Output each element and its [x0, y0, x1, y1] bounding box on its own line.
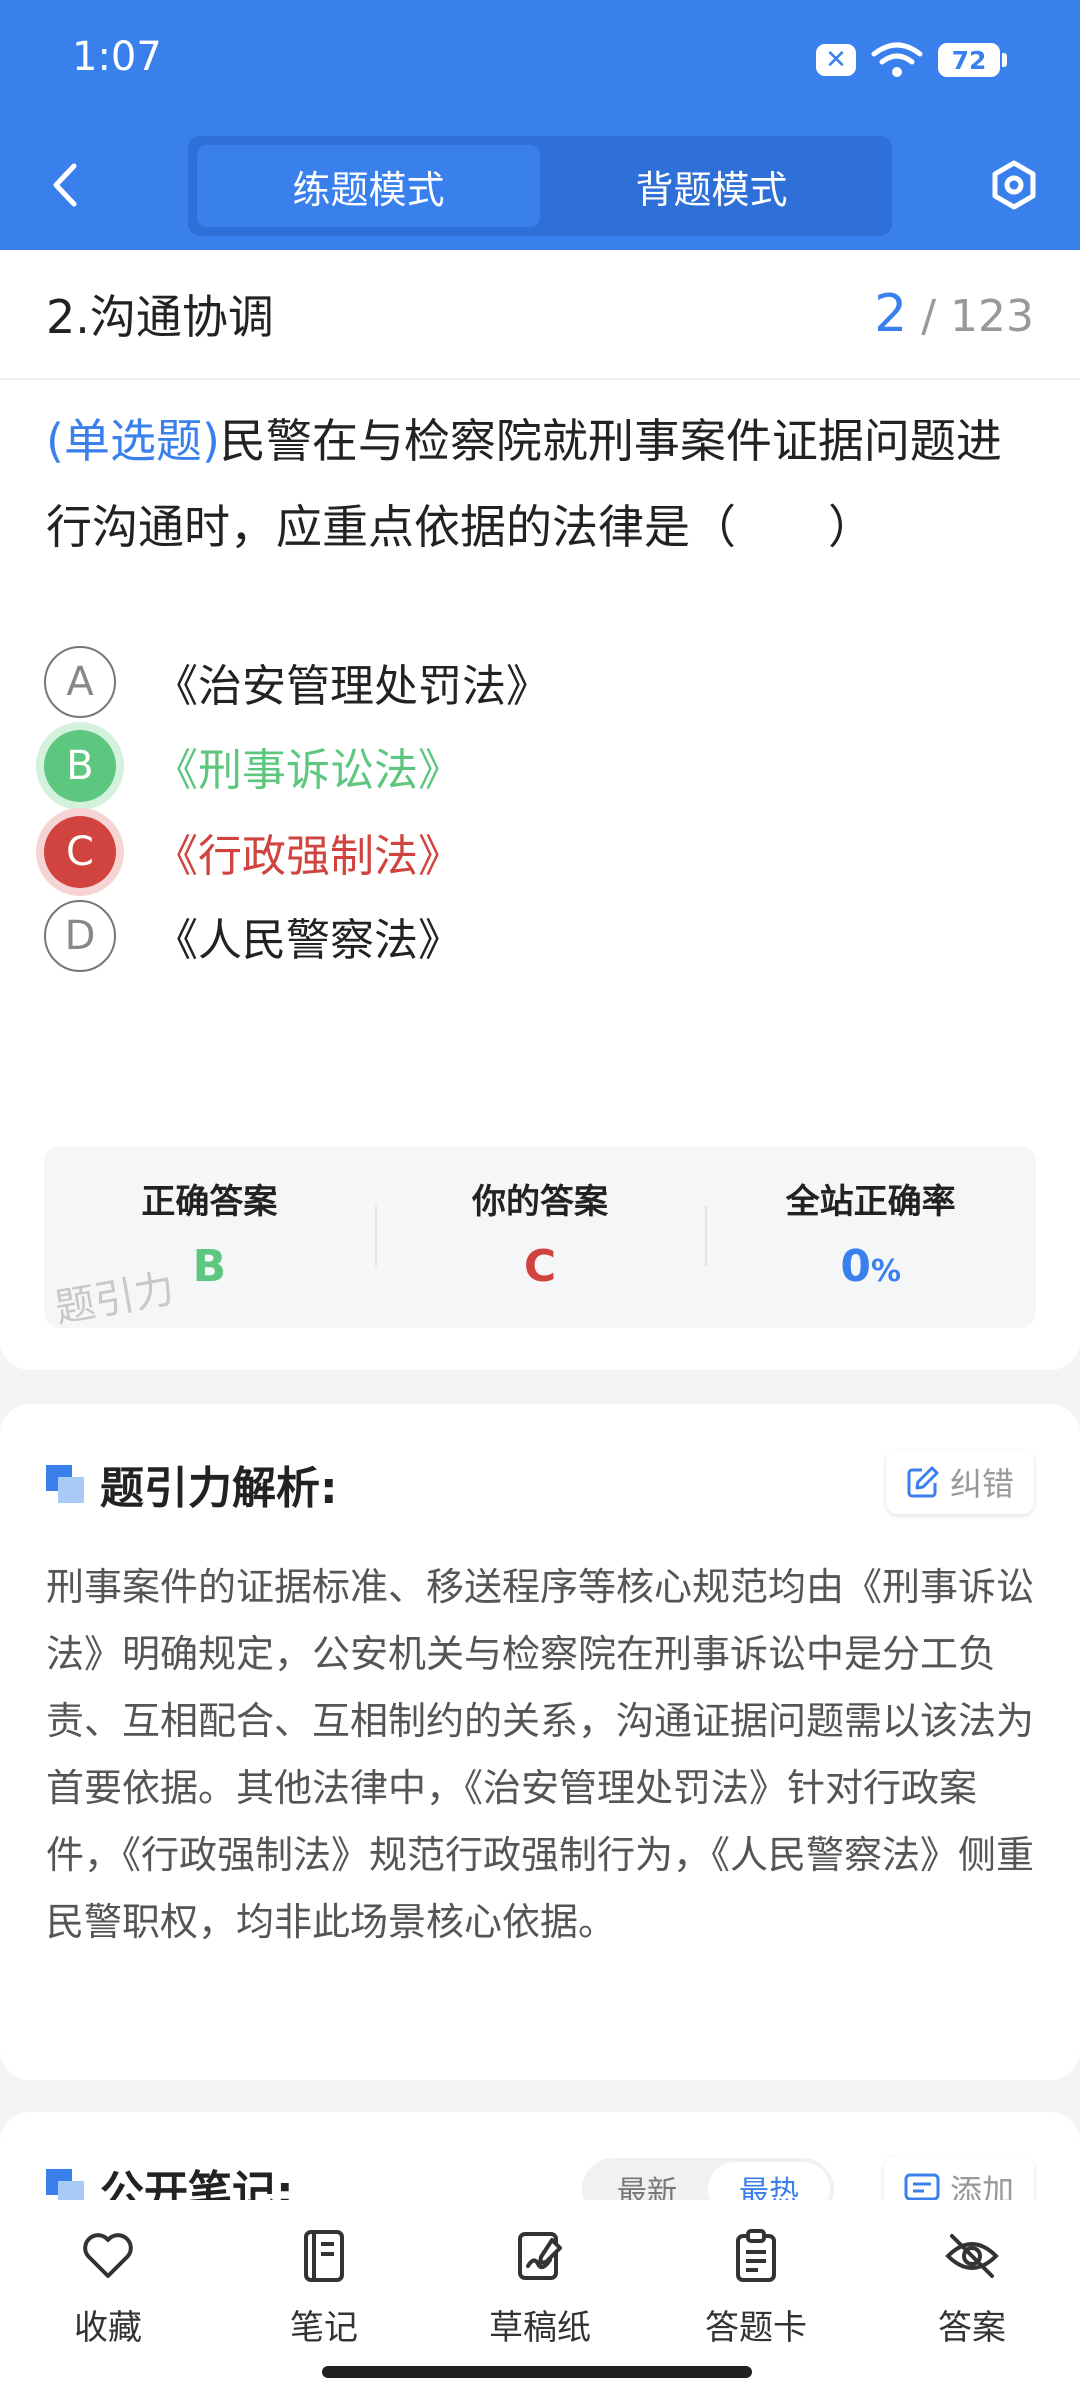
settings-button[interactable] — [984, 150, 1044, 220]
option-text: 《治安管理处罚法》 — [154, 661, 550, 712]
correct-answer-label: 正确答案 — [141, 1182, 278, 1222]
edit-icon — [907, 1466, 939, 1498]
nav-label: 收藏 — [74, 2308, 142, 2348]
correct-answer-col: 正确答案 B 题引力 — [44, 1146, 375, 1332]
nav-label: 答案 — [938, 2308, 1006, 2348]
report-error-label: 纠错 — [949, 1465, 1014, 1503]
report-error-button[interactable]: 纠错 — [885, 1450, 1034, 1514]
status-time: 1:07 — [72, 34, 162, 80]
nav-answer[interactable]: 答案 — [864, 2200, 1080, 2400]
mode-switch: 练题模式 背题模式 — [188, 136, 892, 236]
option-letter: D — [44, 900, 116, 972]
wifi-icon — [871, 42, 923, 77]
nav-label: 笔记 — [290, 2308, 358, 2348]
option-letter: A — [44, 646, 116, 718]
status-icons: ✕ 72 — [816, 40, 1007, 80]
app-header: 1:07 ✕ 72 练题模式 背题模式 — [0, 0, 1080, 250]
nav-favorite[interactable]: 收藏 — [0, 2200, 216, 2400]
analysis-text: 刑事案件的证据标准、移送程序等核心规范均由《刑事诉讼法》明确规定，公安机关与检察… — [46, 1565, 1035, 1944]
option-c[interactable]: C 《行政强制法》 — [44, 810, 462, 894]
accuracy-rate-col: 全站正确率 0% — [705, 1146, 1036, 1328]
notebook-icon — [304, 2230, 344, 2282]
option-d[interactable]: D 《人民警察法》 — [44, 894, 462, 978]
battery-icon: 72 — [938, 43, 1007, 77]
accuracy-rate-label: 全站正确率 — [785, 1182, 956, 1222]
home-indicator[interactable] — [322, 2366, 752, 2378]
option-letter: C — [44, 816, 116, 888]
analysis-title: 题引力解析: — [100, 1463, 338, 1514]
correct-answer-value: B — [192, 1241, 227, 1292]
your-answer-label: 你的答案 — [472, 1182, 608, 1222]
tab-recite-mode[interactable]: 背题模式 — [540, 145, 883, 227]
question-category: 2.沟通协调 — [46, 290, 274, 344]
nav-label: 答题卡 — [705, 2308, 807, 2348]
option-text: 《人民警察法》 — [154, 915, 462, 966]
answer-card-icon — [736, 2229, 776, 2282]
analysis-header: 题引力解析: — [46, 1452, 338, 1516]
watermark: 题引力 — [51, 1265, 178, 1333]
settings-icon — [992, 160, 1036, 210]
accuracy-rate-value: 0% — [840, 1241, 901, 1292]
no-sim-icon: ✕ — [816, 44, 856, 76]
option-a[interactable]: A 《治安管理处罚法》 — [44, 640, 550, 724]
question-type: (单选题) — [46, 414, 220, 468]
accuracy-rate-unit: % — [870, 1254, 902, 1289]
option-text: 《刑事诉讼法》 — [154, 745, 462, 796]
question-progress: 2 / 123 — [874, 284, 1034, 344]
nav-label: 草稿纸 — [489, 2308, 591, 2348]
tab-practice-mode[interactable]: 练题模式 — [197, 145, 540, 227]
question-text: (单选题)民警在与检察院就刑事案件证据问题进行沟通时，应重点依据的法律是（ ） — [46, 398, 1036, 570]
your-answer-value: C — [523, 1241, 557, 1292]
option-b[interactable]: B 《刑事诉讼法》 — [44, 724, 462, 808]
section-squares-icon — [46, 1465, 84, 1503]
eye-off-icon — [945, 2234, 999, 2278]
accuracy-rate-number: 0 — [840, 1241, 871, 1292]
chevron-left-icon — [53, 163, 77, 207]
answer-summary: 正确答案 B 题引力 你的答案 C 全站正确率 0% — [44, 1146, 1036, 1332]
question-current: 2 — [874, 284, 908, 344]
question-total: / 123 — [921, 291, 1034, 342]
heart-icon — [83, 2233, 133, 2278]
question-header: 2.沟通协调 2 / 123 — [0, 250, 1080, 380]
back-button[interactable] — [40, 150, 90, 220]
draft-paper-icon — [518, 2232, 562, 2280]
option-text: 《行政强制法》 — [154, 831, 462, 882]
option-letter: B — [44, 730, 116, 802]
your-answer-col: 你的答案 C — [374, 1146, 706, 1328]
question-card: 2.沟通协调 2 / 123 (单选题)民警在与检察院就刑事案件证据问题进行沟通… — [0, 250, 1080, 1370]
analysis-card: 题引力解析: 纠错 刑事案件的证据标准、移送程序等核心规范均由《刑事诉讼法》明确… — [0, 1404, 1080, 2080]
